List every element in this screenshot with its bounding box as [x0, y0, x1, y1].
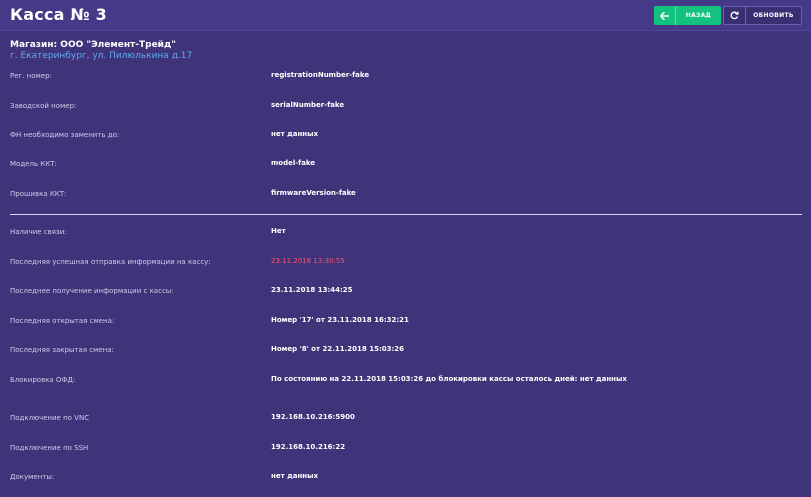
detail-row-model: Модель ККТ: model-fake	[10, 159, 800, 172]
status-value: По состоянию на 22.11.2018 15:03:26 до б…	[271, 375, 627, 383]
detail-label: Модель ККТ:	[10, 160, 57, 168]
store-name: Магазин: ООО "Элемент-Трейд"	[10, 40, 176, 50]
status-row-ofd-block: Блокировка ОФД: По состоянию на 22.11.20…	[10, 375, 800, 388]
detail-value: нет данных	[271, 130, 318, 138]
status-value: 192.168.10.216:5900	[271, 413, 355, 421]
status-row-ssh: Подключение по SSH 192.168.10.216:22	[10, 443, 800, 456]
detail-row-firmware: Прошивка ККТ: firmwareVersion-fake	[10, 189, 800, 202]
status-value: нет данных	[271, 472, 318, 480]
store-info: Магазин: ООО "Элемент-Трейд" г. Екатерин…	[10, 40, 192, 61]
status-label: Последняя успешная отправка информации н…	[10, 258, 211, 266]
status-label: Подключение по SSH	[10, 444, 89, 452]
top-bar: Касса № 3 НАЗАД ОБНОВИТЬ	[0, 0, 811, 31]
refresh-button-label: ОБНОВИТЬ	[753, 12, 794, 19]
status-value: Нет	[271, 227, 286, 235]
back-button-label: НАЗАД	[685, 12, 712, 19]
section-divider	[10, 214, 802, 215]
refresh-button[interactable]: ОБНОВИТЬ	[723, 6, 802, 25]
status-label: Последняя закрытая смена:	[10, 346, 114, 354]
detail-value: registrationNumber-fake	[271, 71, 370, 79]
detail-label: ФН необходимо заменить до:	[10, 131, 120, 139]
status-row-last-send: Последняя успешная отправка информации н…	[10, 257, 800, 270]
status-row-vnc: Подключение по VNC 192.168.10.216:5900	[10, 413, 800, 426]
status-value-alert: 23.11.2018 13:30:55	[271, 257, 345, 265]
status-row-connection: Наличие связи: Нет	[10, 227, 800, 240]
back-button[interactable]: НАЗАД	[654, 6, 721, 25]
status-row-last-receive: Последнее получение информации с кассы: …	[10, 286, 800, 299]
detail-label: Прошивка ККТ:	[10, 190, 67, 198]
detail-value: serialNumber-fake	[271, 101, 345, 109]
status-label: Наличие связи:	[10, 228, 67, 236]
arrow-left-icon	[654, 6, 676, 25]
detail-row-reg-number: Рег. номер: registrationNumber-fake	[10, 71, 800, 84]
refresh-icon	[724, 7, 746, 24]
status-label: Последнее получение информации с кассы:	[10, 287, 174, 295]
detail-label: Рег. номер:	[10, 72, 52, 80]
page-title: Касса № 3	[10, 5, 107, 24]
status-value: Номер '17' от 23.11.2018 16:32:21	[271, 316, 409, 324]
store-address: г. Екатеринбург, ул. Пилюлькина д.17	[10, 51, 193, 61]
status-row-documents: Документы: нет данных	[10, 472, 800, 485]
status-row-last-closed-shift: Последняя закрытая смена: Номер '8' от 2…	[10, 345, 800, 358]
status-label: Блокировка ОФД:	[10, 376, 76, 384]
detail-value: model-fake	[271, 159, 316, 167]
status-row-last-open-shift: Последняя открытая смена: Номер '17' от …	[10, 316, 800, 329]
status-label: Последняя открытая смена:	[10, 317, 115, 325]
status-value: 23.11.2018 13:44:25	[271, 286, 353, 294]
detail-label: Заводской номер:	[10, 102, 77, 110]
detail-row-fn-replace: ФН необходимо заменить до: нет данных	[10, 130, 800, 143]
status-value: Номер '8' от 22.11.2018 15:03:26	[271, 345, 405, 353]
detail-row-serial-number: Заводской номер: serialNumber-fake	[10, 101, 800, 114]
status-value: 192.168.10.216:22	[271, 443, 346, 451]
status-label: Подключение по VNC	[10, 414, 90, 422]
detail-value: firmwareVersion-fake	[271, 189, 356, 197]
status-label: Документы:	[10, 473, 55, 481]
